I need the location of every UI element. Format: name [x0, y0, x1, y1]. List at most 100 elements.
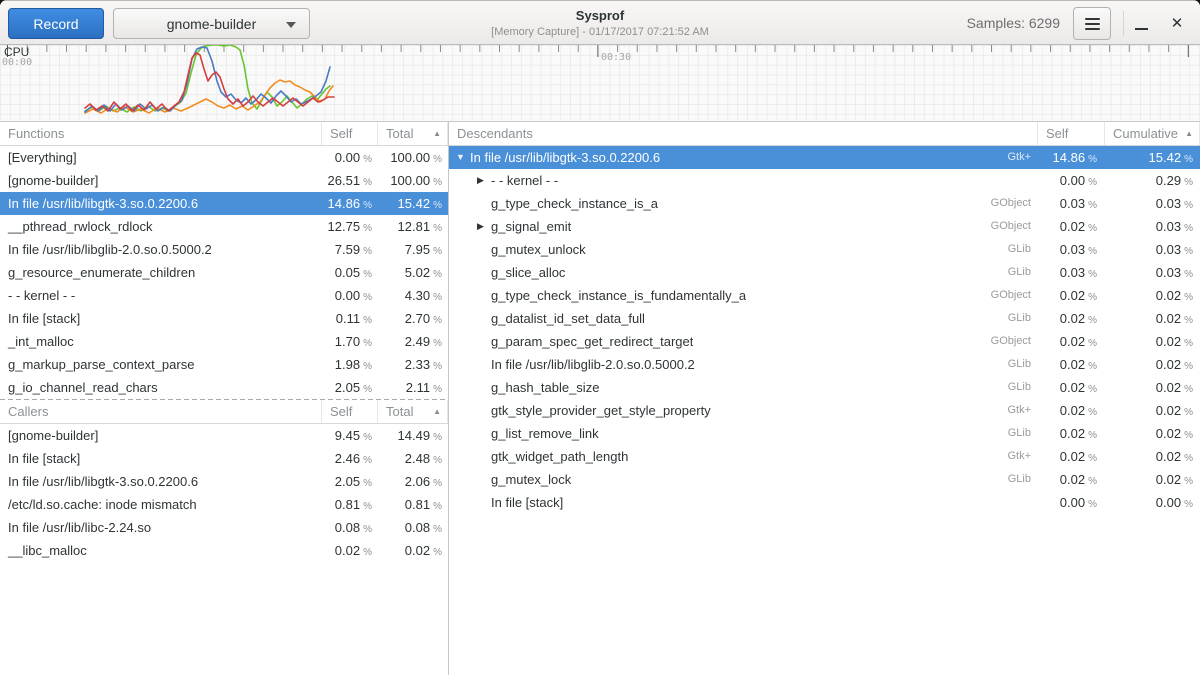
close-icon: ✕ [1171, 15, 1184, 32]
main-area: Functions Self Total ▲ [Everything]0.00%… [0, 122, 1200, 675]
percent-value: 0.02% [378, 539, 448, 562]
table-row[interactable]: __pthread_rwlock_rdlock12.75%12.81% [0, 215, 448, 238]
function-name: [gnome-builder] [0, 424, 322, 447]
column-header-callers[interactable]: Callers [0, 400, 322, 423]
table-row[interactable]: g_markup_parse_context_parse1.98%2.33% [0, 353, 448, 376]
function-name: [Everything] [0, 146, 322, 169]
tree-row[interactable]: In file [stack]0.00%0.00% [449, 491, 1200, 514]
table-row[interactable]: [gnome-builder]26.51%100.00% [0, 169, 448, 192]
column-header-self[interactable]: Self [322, 400, 378, 423]
percent-value: 0.00% [1105, 491, 1200, 514]
expander-expanded-icon[interactable]: ▼ [456, 146, 470, 169]
expander-collapsed-icon[interactable]: ▶ [477, 169, 491, 192]
column-header-cumulative[interactable]: Cumulative ▲ [1105, 122, 1200, 145]
percent-value: 2.05% [322, 470, 378, 493]
function-name: In file /usr/lib/libglib-2.0.so.0.5000.2 [491, 353, 695, 376]
percent-value: 0.03% [1105, 192, 1200, 215]
table-row[interactable]: In file [stack]0.11%2.70% [0, 307, 448, 330]
table-row[interactable]: g_io_channel_read_chars2.05%2.11% [0, 376, 448, 399]
record-button[interactable]: Record [8, 8, 104, 39]
percent-value: 0.00% [322, 284, 378, 307]
no-expander [477, 330, 491, 353]
expander-collapsed-icon[interactable]: ▶ [477, 215, 491, 238]
functions-table-header: Functions Self Total ▲ [0, 122, 448, 146]
process-selector-dropdown[interactable]: gnome-builder [113, 8, 310, 39]
tree-row[interactable]: g_hash_table_sizeGLib0.02%0.02% [449, 376, 1200, 399]
tree-name-cell: In file /usr/lib/libglib-2.0.so.0.5000.2… [449, 353, 1038, 376]
tree-row[interactable]: ▶- - kernel - -0.00%0.29% [449, 169, 1200, 192]
table-row[interactable]: g_resource_enumerate_children0.05%5.02% [0, 261, 448, 284]
table-row[interactable]: _int_malloc1.70%2.49% [0, 330, 448, 353]
sort-ascending-icon: ▲ [1185, 122, 1193, 145]
percent-value: 9.45% [322, 424, 378, 447]
table-row[interactable]: - - kernel - -0.00%4.30% [0, 284, 448, 307]
table-row[interactable]: In file /usr/lib/libc-2.24.so0.08%0.08% [0, 516, 448, 539]
percent-value: 1.70% [322, 330, 378, 353]
column-header-total[interactable]: Total ▲ [378, 122, 448, 145]
percent-unit: % [363, 223, 372, 234]
tree-row[interactable]: ▼In file /usr/lib/libgtk-3.so.0.2200.6Gt… [449, 146, 1200, 169]
function-name: g_type_check_instance_is_fundamentally_a [491, 284, 746, 307]
function-name: In file [stack] [0, 447, 322, 470]
column-header-functions[interactable]: Functions [0, 122, 322, 145]
tree-row[interactable]: g_list_remove_linkGLib0.02%0.02% [449, 422, 1200, 445]
percent-unit: % [433, 361, 442, 372]
library-tag: GObject [991, 192, 1038, 215]
menu-button[interactable] [1073, 7, 1111, 40]
tree-row[interactable]: g_slice_allocGLib0.03%0.03% [449, 261, 1200, 284]
tree-row[interactable]: g_datalist_id_set_data_fullGLib0.02%0.02… [449, 307, 1200, 330]
percent-unit: % [363, 246, 372, 257]
no-expander [477, 284, 491, 307]
percent-value: 0.00% [1038, 169, 1105, 192]
function-name: g_type_check_instance_is_a [491, 192, 658, 215]
percent-value: 0.03% [1038, 192, 1105, 215]
function-name: In file /usr/lib/libc-2.24.so [0, 516, 322, 539]
tree-name-cell: g_hash_table_sizeGLib [449, 376, 1038, 399]
tree-row[interactable]: ▶g_signal_emitGObject0.02%0.03% [449, 215, 1200, 238]
samples-count: Samples: 6299 [967, 15, 1060, 31]
column-header-descendants[interactable]: Descendants [449, 122, 1038, 145]
percent-unit: % [1088, 476, 1097, 487]
function-name: gtk_widget_path_length [491, 445, 628, 468]
library-tag [1031, 491, 1038, 514]
minimize-button[interactable] [1130, 7, 1154, 40]
function-name: - - kernel - - [491, 169, 558, 192]
tree-row[interactable]: g_type_check_instance_is_fundamentally_a… [449, 284, 1200, 307]
cpu-timeline-chart[interactable]: CPU 00:00 00:30 [0, 45, 1200, 122]
percent-value: 0.00% [322, 146, 378, 169]
table-row[interactable]: [gnome-builder]9.45%14.49% [0, 424, 448, 447]
no-expander [477, 445, 491, 468]
tree-row[interactable]: gtk_widget_path_lengthGtk+0.02%0.02% [449, 445, 1200, 468]
function-name: In file [stack] [491, 491, 563, 514]
percent-unit: % [1184, 315, 1193, 326]
table-row[interactable]: __libc_malloc0.02%0.02% [0, 539, 448, 562]
table-row[interactable]: In file /usr/lib/libglib-2.0.so.0.5000.2… [0, 238, 448, 261]
callers-table-header: Callers Self Total ▲ [0, 400, 448, 424]
close-button[interactable]: ✕ [1164, 7, 1190, 40]
descendants-table-header: Descendants Self Cumulative ▲ [449, 122, 1200, 146]
percent-unit: % [1184, 499, 1193, 510]
tree-row[interactable]: g_mutex_unlockGLib0.03%0.03% [449, 238, 1200, 261]
column-header-total[interactable]: Total ▲ [378, 400, 448, 423]
left-pane: Functions Self Total ▲ [Everything]0.00%… [0, 122, 448, 675]
chevron-down-icon [286, 22, 296, 28]
table-row[interactable]: In file /usr/lib/libgtk-3.so.0.2200.614.… [0, 192, 448, 215]
percent-value: 14.49% [378, 424, 448, 447]
column-header-self[interactable]: Self [1038, 122, 1105, 145]
tree-row[interactable]: gtk_style_provider_get_style_propertyGtk… [449, 399, 1200, 422]
percent-unit: % [433, 338, 442, 349]
tree-row[interactable]: In file /usr/lib/libglib-2.0.so.0.5000.2… [449, 353, 1200, 376]
column-header-self[interactable]: Self [322, 122, 378, 145]
table-row[interactable]: [Everything]0.00%100.00% [0, 146, 448, 169]
percent-unit: % [433, 524, 442, 535]
tree-name-cell: gtk_widget_path_lengthGtk+ [449, 445, 1038, 468]
percent-value: 0.02% [1038, 445, 1105, 468]
table-row[interactable]: /etc/ld.so.cache: inode mismatch0.81%0.8… [0, 493, 448, 516]
table-row[interactable]: In file [stack]2.46%2.48% [0, 447, 448, 470]
tree-row[interactable]: g_type_check_instance_is_aGObject0.03%0.… [449, 192, 1200, 215]
tree-row[interactable]: g_mutex_lockGLib0.02%0.02% [449, 468, 1200, 491]
table-row[interactable]: In file /usr/lib/libgtk-3.so.0.2200.62.0… [0, 470, 448, 493]
window-title: Sysprof [400, 6, 800, 25]
tree-row[interactable]: g_param_spec_get_redirect_targetGObject0… [449, 330, 1200, 353]
library-tag: GLib [1008, 238, 1038, 261]
